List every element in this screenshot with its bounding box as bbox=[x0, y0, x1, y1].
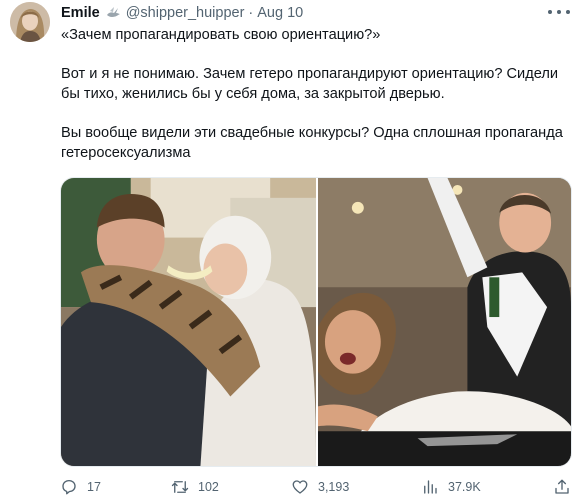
avatar[interactable] bbox=[10, 2, 50, 42]
author-name[interactable]: Emile bbox=[61, 5, 100, 21]
like-button[interactable]: 3,193 bbox=[291, 478, 349, 496]
heart-icon bbox=[292, 480, 308, 494]
tweet-paragraph: Вы вообще видели эти свадебные конкурсы?… bbox=[61, 125, 563, 161]
author-handle[interactable]: @shipper_huipper bbox=[126, 5, 245, 21]
tweet: Emile @shipper_huipper · Aug 10 «Зачем п… bbox=[0, 0, 585, 501]
dove-icon bbox=[105, 5, 121, 21]
tweet-paragraph: «Зачем пропагандировать свою ориентацию?… bbox=[61, 27, 381, 43]
retweet-count: 102 bbox=[198, 480, 219, 494]
views-count: 37.9K bbox=[448, 480, 481, 494]
tweet-text: «Зачем пропагандировать свою ориентацию?… bbox=[61, 25, 576, 163]
reply-count: 17 bbox=[87, 480, 101, 494]
avatar-image bbox=[10, 2, 50, 42]
share-button[interactable] bbox=[553, 478, 580, 496]
views-button[interactable]: 37.9K bbox=[421, 478, 481, 496]
reply-button[interactable]: 17 bbox=[60, 478, 101, 496]
separator: · bbox=[248, 5, 254, 21]
tweet-header: Emile @shipper_huipper · Aug 10 bbox=[61, 3, 303, 23]
views-icon bbox=[424, 480, 437, 494]
photo-right[interactable] bbox=[318, 178, 571, 466]
tweet-paragraph: Вот и я не понимаю. Зачем гетеро пропага… bbox=[61, 66, 559, 102]
wedding-photo-right bbox=[318, 178, 571, 466]
retweet-icon bbox=[171, 481, 189, 493]
more-icon[interactable] bbox=[548, 4, 570, 20]
wedding-photo-left bbox=[61, 178, 316, 466]
retweet-button[interactable]: 102 bbox=[171, 478, 219, 496]
reply-icon bbox=[62, 479, 76, 495]
tweet-actions: 17 102 3,193 37.9K bbox=[60, 478, 572, 498]
tweet-date[interactable]: Aug 10 bbox=[257, 5, 303, 21]
tweet-media[interactable] bbox=[60, 177, 572, 467]
photo-left[interactable] bbox=[61, 178, 316, 466]
like-count: 3,193 bbox=[318, 480, 350, 494]
share-icon bbox=[555, 479, 569, 494]
